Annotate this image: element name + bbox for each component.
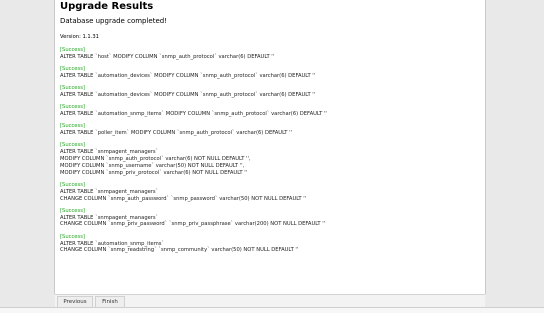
result-entry: [Success] ALTER TABLE `poller_item` MODIF… bbox=[60, 123, 480, 137]
success-status-label: [Success] bbox=[60, 66, 85, 73]
sql-statement-line: ALTER TABLE `snmpagent_managers` bbox=[60, 188, 159, 195]
success-status-label: [Success] bbox=[60, 85, 85, 92]
sql-statement-line: CHANGE COLUMN `snmp_readstring` `snmp_co… bbox=[60, 247, 299, 254]
success-status-label: [Success] bbox=[60, 104, 85, 111]
window-bottom-edge bbox=[0, 307, 544, 313]
result-entry: [Success] ALTER TABLE `snmpagent_managers… bbox=[60, 142, 480, 176]
sql-statement-line: CHANGE COLUMN `snmp_auth_password` `snmp… bbox=[60, 195, 307, 202]
upgrade-results-panel: Upgrade Results Database upgrade complet… bbox=[54, 0, 486, 294]
version-label: Version: 1.1.31 bbox=[60, 34, 99, 40]
sql-statement-line: MODIFY COLUMN `snmp_username` varchar(50… bbox=[60, 162, 245, 169]
result-entry: [Success] ALTER TABLE `automation_devices… bbox=[60, 66, 480, 80]
result-entry: [Success] ALTER TABLE `snmpagent_managers… bbox=[60, 182, 480, 202]
success-status-label: [Success] bbox=[60, 47, 85, 53]
success-status-label: [Success] bbox=[60, 181, 85, 188]
sql-statement-line: ALTER TABLE `snmpagent_managers` bbox=[60, 214, 159, 221]
sql-statement-line: ALTER TABLE `poller_item` MODIFY COLUMN … bbox=[60, 130, 292, 137]
page-title: Upgrade Results bbox=[60, 1, 154, 12]
result-entry: [Success] ALTER TABLE `host` MODIFY COLUM… bbox=[60, 47, 480, 61]
results-list: [Success] ALTER TABLE `host` MODIFY COLUM… bbox=[60, 47, 480, 260]
result-entry: [Success] ALTER TABLE `snmpagent_managers… bbox=[60, 208, 480, 228]
sql-statement-line: ALTER TABLE `automation_snmp_items` MODI… bbox=[60, 111, 327, 118]
wizard-footer: Previous Finish bbox=[55, 294, 485, 308]
success-status-label: [Success] bbox=[60, 142, 85, 149]
sql-statement-line: ALTER TABLE `snmpagent_managers` bbox=[60, 149, 159, 156]
sql-statement-line: MODIFY COLUMN `snmp_priv_protocol` varch… bbox=[60, 169, 248, 176]
result-entry: [Success] ALTER TABLE `automation_devices… bbox=[60, 85, 480, 99]
success-status-label: [Success] bbox=[60, 123, 85, 130]
sql-statement-line: ALTER TABLE `automation_devices` MODIFY … bbox=[60, 72, 316, 79]
success-status-label: [Success] bbox=[60, 233, 85, 240]
success-status-label: [Success] bbox=[60, 207, 85, 214]
upgrade-status-message: Database upgrade completed! bbox=[60, 17, 168, 25]
sql-statement-line: ALTER TABLE `host` MODIFY COLUMN `snmp_a… bbox=[60, 53, 275, 60]
result-entry: [Success] ALTER TABLE `automation_snmp_it… bbox=[60, 104, 480, 118]
sql-statement-line: ALTER TABLE `automation_devices` MODIFY … bbox=[60, 91, 316, 98]
sql-statement-line: ALTER TABLE `automation_snmp_items` bbox=[60, 240, 165, 247]
sql-statement-line: MODIFY COLUMN `snmp_auth_protocol` varch… bbox=[60, 156, 251, 163]
sql-statement-line: CHANGE COLUMN `snmp_priv_password` `snmp… bbox=[60, 221, 326, 228]
result-entry: [Success] ALTER TABLE `automation_snmp_it… bbox=[60, 234, 480, 254]
